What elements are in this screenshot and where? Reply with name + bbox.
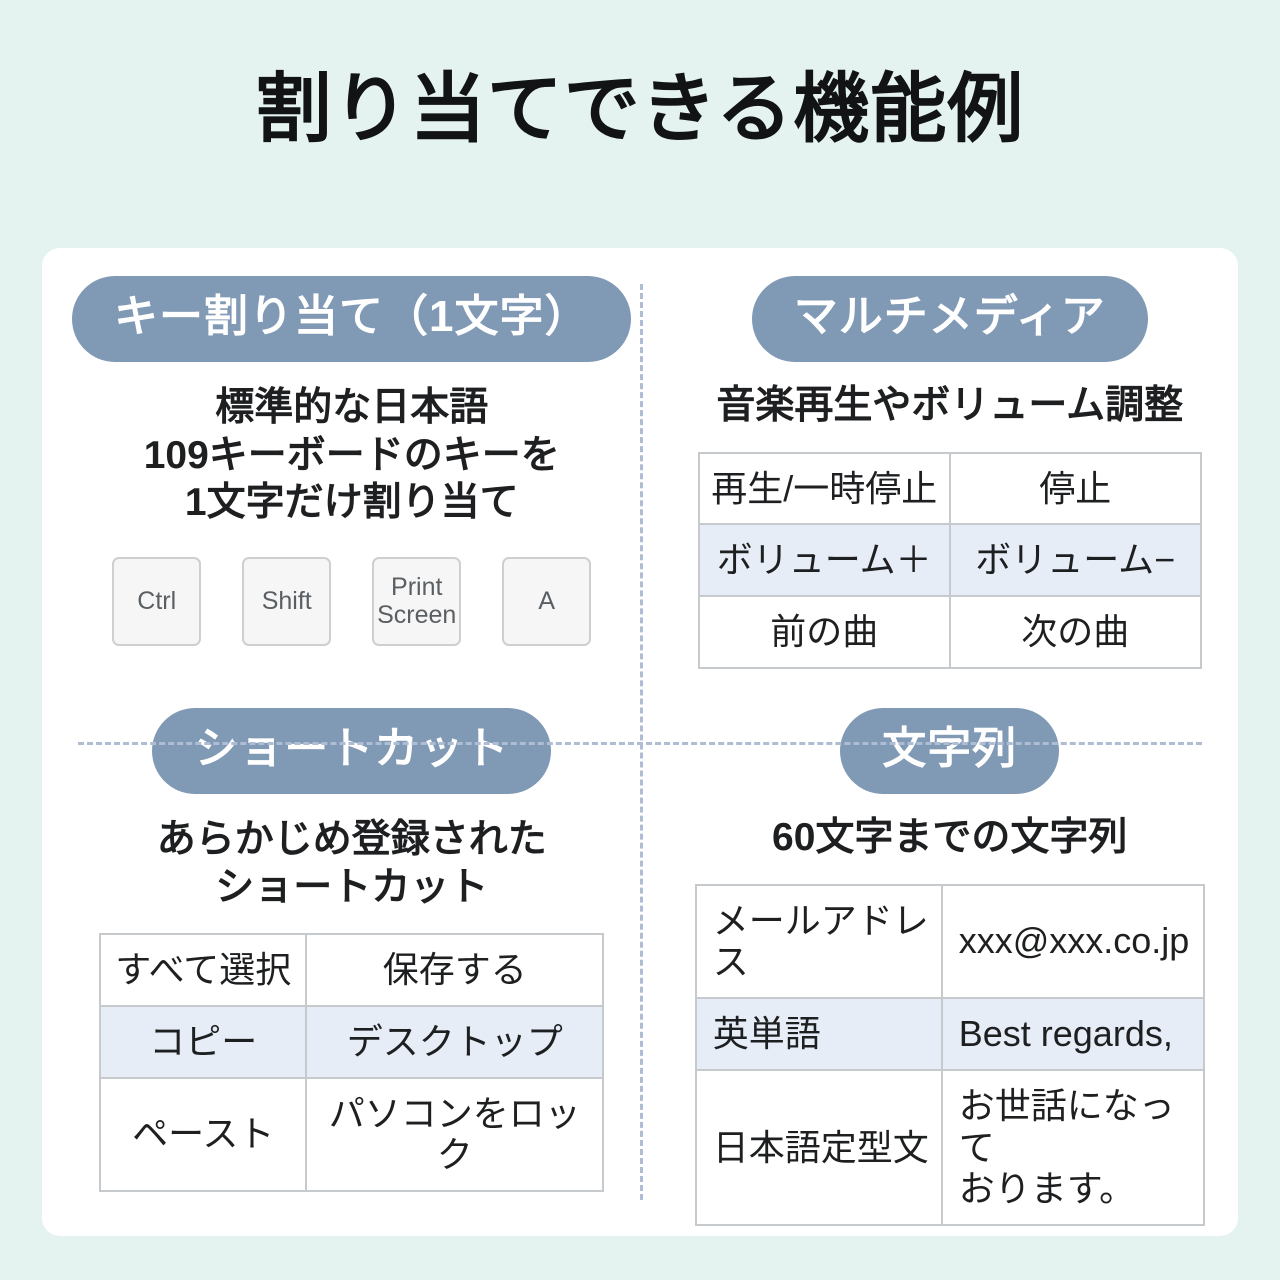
table-row: 再生/一時停止 停止 — [697, 451, 1202, 526]
section-description-text-string: 60文字までの文字列 — [772, 815, 1128, 859]
table-cell: 前の曲 — [697, 595, 951, 669]
section-description-shortcut: あらかじめ登録された ショートカット — [156, 817, 547, 909]
table-cell: Best regards, — [940, 997, 1205, 1071]
table-row: コピー デスクトップ — [99, 1004, 605, 1079]
table-row: ボリューム＋ ボリューム− — [697, 523, 1202, 598]
table-row: すべて選択 保存する — [99, 933, 605, 1007]
keycap-print-screen[interactable]: Print Screen — [372, 556, 462, 646]
section-heading-shortcut: ショートカット — [152, 707, 552, 794]
table-cell: メールアドレス — [694, 883, 943, 999]
section-heading-text-string: 文字列 — [840, 707, 1060, 794]
section-description-key-assign: 標準的な日本語 109キーボードのキーを 1文字だけ割り当て — [143, 386, 560, 525]
table-cell: お世話になって おります。 — [940, 1068, 1205, 1227]
table-cell: 英単語 — [694, 997, 943, 1071]
keycap-shift[interactable]: Shift — [242, 556, 332, 646]
table-row: 日本語定型文 お世話になって おります。 — [694, 1068, 1205, 1227]
features-card: キー割り当て（1文字） 標準的な日本語 109キーボードのキーを 1文字だけ割り… — [42, 248, 1238, 1236]
keycap-a[interactable]: A — [502, 556, 592, 646]
section-heading-key-assign: キー割り当て（1文字） — [72, 276, 632, 362]
table-cell: 保存する — [305, 933, 605, 1007]
table-cell: ボリューム− — [948, 523, 1202, 598]
keycap-list: Ctrl Shift Print Screen A — [112, 556, 592, 646]
table-cell: ペースト — [99, 1076, 308, 1193]
section-key-assign: キー割り当て（1文字） 標準的な日本語 109キーボードのキーを 1文字だけ割り… — [42, 248, 661, 680]
table-row: 英単語 Best regards, — [694, 997, 1205, 1071]
section-description-multimedia: 音楽再生やボリューム調整 — [716, 384, 1184, 427]
section-text-string: 文字列 60文字までの文字列 メールアドレス xxx@xxx.co.jp 英単語… — [661, 680, 1238, 1236]
table-row: メールアドレス xxx@xxx.co.jp — [694, 883, 1205, 999]
table-cell: 次の曲 — [948, 595, 1202, 669]
section-multimedia: マルチメディア 音楽再生やボリューム調整 再生/一時停止 停止 ボリューム＋ ボ… — [661, 248, 1238, 680]
table-row: ペースト パソコンをロック — [99, 1076, 605, 1193]
table-cell: デスクトップ — [305, 1004, 605, 1079]
table-cell: 日本語定型文 — [694, 1068, 943, 1227]
table-row: 前の曲 次の曲 — [697, 595, 1202, 669]
table-cell: ボリューム＋ — [697, 523, 951, 598]
text-string-table: メールアドレス xxx@xxx.co.jp 英単語 Best regards, … — [694, 883, 1205, 1227]
multimedia-table: 再生/一時停止 停止 ボリューム＋ ボリューム− 前の曲 次の曲 — [697, 451, 1202, 669]
table-cell: 停止 — [948, 451, 1202, 526]
table-cell: xxx@xxx.co.jp — [940, 883, 1205, 999]
table-cell: パソコンをロック — [305, 1076, 605, 1193]
features-grid: キー割り当て（1文字） 標準的な日本語 109キーボードのキーを 1文字だけ割り… — [42, 248, 1238, 1236]
page-title: 割り当てできる機能例 — [255, 67, 1025, 152]
shortcut-table: すべて選択 保存する コピー デスクトップ ペースト パソコンをロック — [99, 933, 605, 1193]
section-heading-multimedia: マルチメディア — [751, 276, 1148, 362]
section-shortcut: ショートカット あらかじめ登録された ショートカット すべて選択 保存する コピ… — [42, 680, 661, 1236]
table-cell: 再生/一時停止 — [697, 451, 951, 526]
keycap-ctrl[interactable]: Ctrl — [112, 556, 202, 646]
table-cell: すべて選択 — [99, 933, 308, 1007]
table-cell: コピー — [99, 1004, 308, 1079]
